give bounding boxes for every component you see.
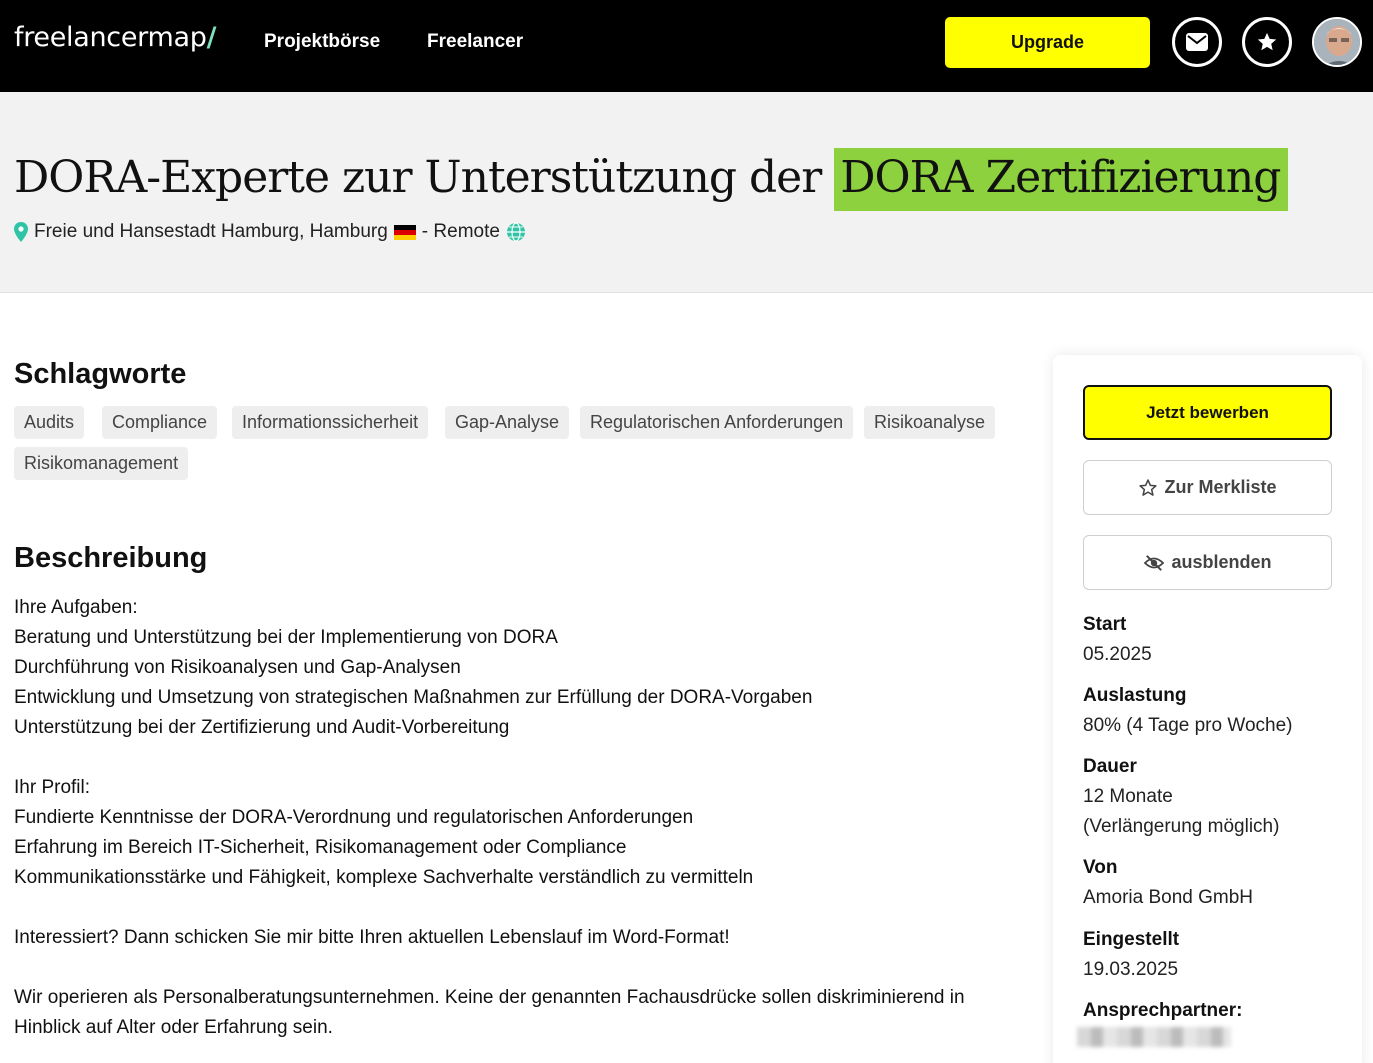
duration-value: 12 Monate [1083, 786, 1173, 807]
tag-informationssicherheit[interactable]: Informationssicherheit [232, 406, 429, 439]
description-line: Fundierte Kenntnisse der DORA-Verordnung… [14, 807, 694, 828]
tag-gap-analyse[interactable]: Gap-Analyse [445, 406, 570, 439]
contact-label: Ansprechpartner: [1083, 1000, 1243, 1021]
description-line: Ihre Aufgaben: [14, 597, 138, 618]
envelope-icon [1186, 33, 1208, 51]
map-pin-icon [14, 222, 28, 242]
workload-value: 80% (4 Tage pro Woche) [1083, 715, 1293, 736]
description-line: Interessiert? Dann schicken Sie mir bitt… [14, 927, 730, 948]
duration-label: Dauer [1083, 756, 1137, 777]
description-body: Ihre Aufgaben: Beratung und Unterstützun… [14, 593, 1024, 1043]
user-avatar[interactable] [1312, 17, 1362, 67]
description-line: Unterstützung bei der Zertifizierung und… [14, 717, 510, 738]
hide-project-button[interactable]: ausblenden [1083, 535, 1332, 590]
nav-projektboerse-link[interactable]: Projektbörse [264, 31, 380, 53]
project-location: Freie und Hansestadt Hamburg, Hamburg - … [14, 221, 526, 243]
title-highlight: DORA Zertifizierung [834, 148, 1289, 211]
star-icon [1257, 32, 1277, 51]
description-line: Beratung und Unterstützung bei der Imple… [14, 627, 558, 648]
tag-risikoanalyse[interactable]: Risikoanalyse [864, 406, 996, 439]
tag-risikomanagement[interactable]: Risikomanagement [14, 447, 189, 480]
globe-icon [506, 222, 525, 242]
avatar-photo [1314, 19, 1360, 65]
tag-audits[interactable]: Audits [14, 406, 85, 439]
germany-flag-icon [393, 224, 416, 240]
tag-regulatorische-anforderungen[interactable]: Regulatorischen Anforderungen [580, 406, 854, 439]
messages-button[interactable] [1172, 17, 1222, 67]
contact-name-redacted [1077, 1027, 1231, 1047]
description-line [14, 743, 1024, 773]
add-to-watchlist-button[interactable]: Zur Merkliste [1083, 460, 1332, 515]
title-main: DORA-Experte zur Unterstützung der [14, 152, 822, 203]
favorites-button[interactable] [1242, 17, 1292, 67]
description-line: Erfahrung im Bereich IT-Sicherheit, Risi… [14, 837, 627, 858]
eye-slash-icon [1144, 554, 1165, 571]
top-navigation-bar: freelancermap/ Projektbörse Freelancer U… [0, 0, 1373, 92]
company-label: Von [1083, 857, 1118, 878]
company-value: Amoria Bond GmbH [1083, 887, 1254, 908]
description-line: Ihr Profil: [14, 777, 91, 798]
description-line [14, 893, 1024, 923]
remote-text: - Remote [421, 221, 500, 242]
location-text: Freie und Hansestadt Hamburg, Hamburg [34, 221, 388, 242]
project-title: DORA-Experte zur Unterstützung der DORA … [14, 148, 1289, 211]
workload-label: Auslastung [1083, 685, 1187, 706]
upgrade-button[interactable]: Upgrade [945, 17, 1150, 68]
watchlist-label: Zur Merkliste [1164, 477, 1277, 497]
star-outline-icon [1139, 478, 1158, 496]
description-line: Wir operieren als Personalberatungsunter… [14, 987, 965, 1038]
logo-slash: / [206, 22, 217, 53]
keywords-heading: Schlagworte [14, 358, 187, 390]
description-heading: Beschreibung [14, 542, 208, 574]
nav-freelancer-link[interactable]: Freelancer [427, 31, 523, 53]
posted-value: 19.03.2025 [1083, 959, 1179, 980]
tag-compliance[interactable]: Compliance [102, 406, 218, 439]
description-line: Entwicklung und Umsetzung von strategisc… [14, 687, 813, 708]
freelancermap-logo[interactable]: freelancermap/ [14, 22, 216, 53]
duration-note: (Verlängerung möglich) [1083, 816, 1280, 837]
start-value: 05.2025 [1083, 644, 1152, 665]
description-line [14, 953, 1024, 983]
posted-label: Eingestellt [1083, 929, 1180, 950]
description-line: Kommunikationsstärke und Fähigkeit, komp… [14, 867, 754, 888]
apply-now-button[interactable]: Jetzt bewerben [1083, 385, 1332, 440]
start-label: Start [1083, 614, 1127, 635]
description-line: Durchführung von Risikoanalysen und Gap-… [14, 657, 461, 678]
hide-label: ausblenden [1171, 552, 1272, 572]
logo-text: freelancermap [14, 22, 207, 53]
project-sidebar-card: Jetzt bewerben Zur Merkliste ausblenden … [1053, 355, 1362, 1063]
